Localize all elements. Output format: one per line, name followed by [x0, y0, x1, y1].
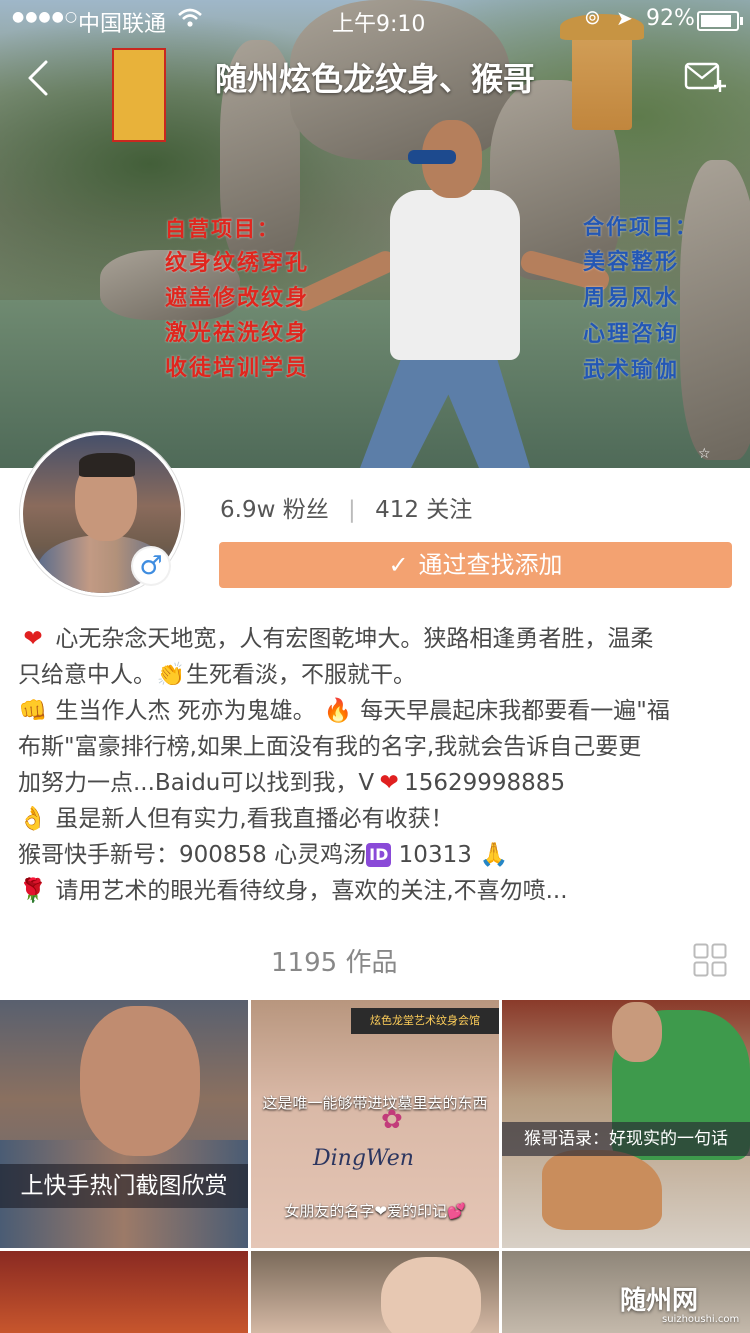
works-number: 1195	[271, 948, 338, 978]
tile-caption: 猴哥语录：好现实的一句话	[502, 1122, 750, 1156]
bio-line: ❤ 心无杂念天地宽，人有宏图乾坤大。狭路相逢勇者胜，温柔	[18, 621, 733, 657]
bio-text: 请用艺术的眼光看待纹身，喜欢的关注,不喜勿喷...	[55, 878, 568, 904]
cover-image: 自营项目： 纹身纹绣穿孔 遮盖修改纹身 激光祛洗纹身 收徒培训学员 合作项目： …	[0, 0, 750, 468]
ok-hand-icon: 👌	[18, 806, 48, 832]
tile-caption: 女朋友的名字❤爱的印记💕	[284, 1202, 466, 1220]
cover-right-item: 心理咨询	[583, 322, 680, 347]
location-icon: ➤	[616, 6, 633, 30]
tile-caption: 这是唯一能够带进坟墓里去的东西	[262, 1094, 488, 1112]
bio-line: 猴哥快手新号：900858 心灵鸡汤 ID 10313 🙏	[18, 837, 733, 873]
cover-left-item: 自营项目：	[165, 217, 280, 241]
fire-icon: 🔥	[323, 698, 353, 724]
signal-icon: ●●●●○	[12, 9, 79, 25]
bio-text: 心无杂念天地宽，人有宏图乾坤大。狭路相逢勇者胜，温柔	[55, 626, 654, 652]
cover-right-item: 合作项目：	[583, 215, 698, 239]
bio-text: 加努力一点...Baidu可以找到我，V	[18, 770, 375, 796]
following-label: 关注	[426, 497, 473, 523]
follow-button-label: 通过查找添加	[418, 551, 563, 579]
site-watermark-url: suizhoushi.com	[662, 1314, 740, 1325]
fist-icon: 👊	[18, 698, 48, 724]
banner	[112, 48, 166, 142]
cover-partner-projects: 合作项目： 美容整形 周易风水 心理咨询 武术瑜伽	[583, 210, 698, 390]
grid-view-toggle[interactable]	[693, 943, 727, 977]
phone-number[interactable]: 15629998885	[404, 770, 565, 796]
following-stat[interactable]: 412 关注	[375, 497, 472, 523]
works-count: 1195 作品	[271, 942, 397, 979]
stat-divider: |	[348, 497, 356, 523]
bio: ❤ 心无杂念天地宽，人有宏图乾坤大。狭路相逢勇者胜，温柔 只给意中人。👏生死看淡…	[18, 621, 733, 909]
wifi-icon	[176, 4, 204, 38]
back-button[interactable]	[22, 56, 62, 100]
bio-line: 👌 虽是新人但有实力,看我直播必有收获！	[18, 801, 733, 837]
works-label: 作品	[345, 948, 398, 978]
carrier-name: 中国联通	[78, 12, 167, 37]
fans-count: 6.9w	[220, 497, 276, 523]
bio-text: 虽是新人但有实力,看我直播必有收获！	[55, 806, 454, 832]
shop-sign: 炫色龙堂艺术纹身会馆	[351, 1008, 499, 1034]
follow-button[interactable]: ✓ 通过查找添加	[219, 542, 732, 588]
fans-stat[interactable]: 6.9w 粉丝	[220, 497, 336, 523]
man-photo	[290, 120, 612, 468]
bio-text: 只给意中人。	[18, 662, 156, 688]
rotation-lock-icon: ⊚	[584, 5, 601, 29]
cover-left-item: 遮盖修改纹身	[165, 286, 310, 311]
grid-icon	[693, 943, 727, 977]
id-icon: ID	[366, 843, 392, 867]
bio-line: 布斯"富豪排行榜,如果上面没有我的名字,我就会告诉自己要更	[18, 734, 642, 760]
message-button[interactable]	[684, 60, 728, 94]
bio-line: 👊 生当作人杰 死亦为鬼雄。 🔥 每天早晨起床我都要看一遍"福	[18, 693, 733, 729]
bio-line: 🌹 请用艺术的眼光看待纹身，喜欢的关注,不喜勿喷...	[18, 873, 733, 909]
check-icon: ✓	[388, 551, 409, 579]
work-tile[interactable]: 上快手热门截图欣赏	[0, 1000, 248, 1248]
tattoo-signature: DingWen	[313, 1146, 414, 1171]
work-tile[interactable]	[251, 1251, 499, 1333]
heart-icon: ❤	[23, 626, 43, 652]
status-time: 上午9:10	[332, 12, 426, 37]
pray-icon: 🙏	[479, 842, 509, 868]
bio-text: 生死看淡，不服就干。	[186, 662, 416, 688]
status-bar: ●●●●○ 中国联通 上午9:10 ⊚ ➤ 92%	[0, 0, 750, 40]
following-count: 412	[375, 497, 419, 523]
bio-text: 10313	[398, 842, 472, 868]
rose-icon: 🌹	[18, 878, 48, 904]
clap-icon: 👏	[156, 662, 186, 688]
profile-stats: 6.9w 粉丝 | 412 关注	[220, 490, 472, 524]
cover-left-item: 收徒培训学员	[165, 356, 310, 381]
chevron-left-icon	[28, 60, 48, 96]
bio-line: 加努力一点...Baidu可以找到我，V ❤ 15629998885	[18, 765, 733, 801]
star-icon: ☆	[698, 446, 711, 462]
work-tile[interactable]	[0, 1251, 248, 1333]
male-icon: ♂	[133, 548, 169, 584]
mail-plus-icon	[684, 62, 726, 92]
bio-text: 猴哥快手新号：900858 心灵鸡汤	[18, 842, 367, 868]
battery-percent: 92%	[646, 6, 695, 31]
cover-right-item: 周易风水	[583, 286, 680, 311]
work-tile[interactable]: 炫色龙堂艺术纹身会馆 这是唯一能够带进坟墓里去的东西 ✿ DingWen 女朋友…	[251, 1000, 499, 1248]
bio-line: 只给意中人。👏生死看淡，不服就干。	[18, 657, 733, 693]
work-tile[interactable]: 猴哥语录：好现实的一句话	[502, 1000, 750, 1248]
tile-caption: 上快手热门截图欣赏	[0, 1164, 248, 1208]
cover-own-projects: 自营项目： 纹身纹绣穿孔 遮盖修改纹身 激光祛洗纹身 收徒培训学员	[165, 212, 309, 387]
battery-icon	[697, 11, 743, 31]
cover-right-item: 武术瑜伽	[583, 358, 680, 383]
bio-text: 生当作人杰 死亦为鬼雄。	[55, 698, 316, 724]
site-watermark: 随州网	[620, 1286, 699, 1316]
bio-text: 每天早晨起床我都要看一遍"福	[360, 698, 670, 724]
cover-left-item: 激光祛洗纹身	[165, 321, 310, 346]
fans-label: 粉丝	[282, 497, 329, 523]
cover-left-item: 纹身纹绣穿孔	[165, 251, 310, 276]
heart-icon: ❤	[379, 770, 399, 796]
rose-tattoo-icon: ✿	[381, 1105, 403, 1135]
cover-right-item: 美容整形	[583, 250, 680, 275]
